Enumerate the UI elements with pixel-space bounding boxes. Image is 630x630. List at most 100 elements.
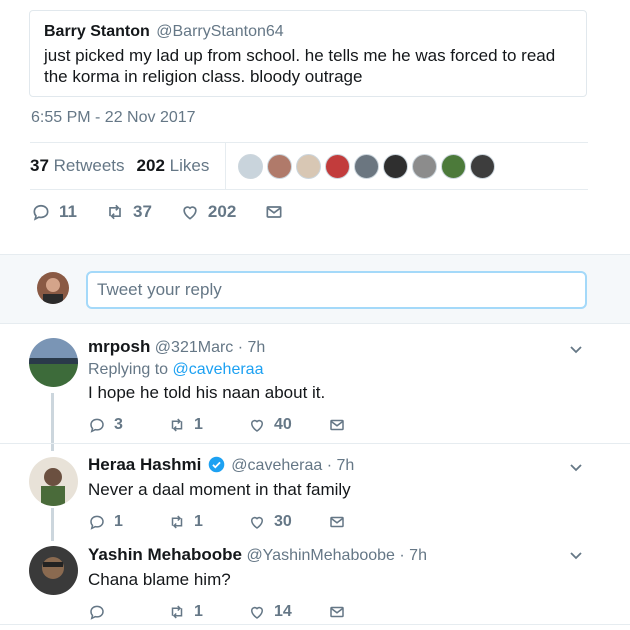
tweet-actions: 11 37 202 — [31, 202, 320, 222]
retweets-stat[interactable]: 37 Retweets — [30, 156, 125, 176]
reply-count: 3 — [114, 416, 123, 433]
quoted-author-handle[interactable]: @BarryStanton64 — [156, 23, 283, 40]
retweet-icon — [171, 418, 183, 432]
chevron-down-icon[interactable] — [568, 547, 584, 563]
retweet-count: 37 — [132, 202, 152, 221]
heart-icon — [250, 516, 264, 529]
liker-avatar[interactable] — [267, 153, 293, 179]
author-handle[interactable]: @321Marc — [155, 339, 234, 356]
reply-action[interactable]: 3 — [88, 416, 168, 434]
reply-action[interactable]: 1 — [88, 513, 168, 531]
retweet-action[interactable]: 1 — [168, 416, 248, 434]
reply-action[interactable] — [88, 603, 168, 621]
dm-action[interactable] — [328, 603, 408, 621]
like-count: 202 — [207, 202, 237, 221]
reply-tweet[interactable]: mrposh @321Marc · 7h Replying to @cavehe… — [0, 325, 630, 443]
tweet-stats: 37 Retweets 202 Likes — [30, 142, 588, 190]
quoted-tweet-text: just picked my lad up from school. he te… — [44, 46, 556, 86]
author-name[interactable]: mrposh — [88, 337, 150, 356]
retweet-icon — [171, 605, 183, 619]
envelope-icon — [330, 516, 344, 528]
liker-avatar[interactable] — [354, 153, 380, 179]
liker-avatar[interactable] — [238, 153, 264, 179]
retweet-icon — [171, 515, 183, 529]
tweet-time[interactable]: 7h — [337, 457, 355, 474]
avatar[interactable] — [29, 546, 78, 595]
likers-avatars — [238, 153, 499, 179]
reply-icon — [90, 515, 104, 530]
liker-avatar[interactable] — [412, 153, 438, 179]
retweet-action[interactable]: 37 — [105, 202, 152, 222]
like-count: 40 — [274, 416, 292, 433]
likes-label: Likes — [169, 156, 210, 175]
envelope-icon — [330, 419, 344, 431]
user-avatar[interactable] — [37, 272, 69, 304]
tweet-text: I hope he told his naan about it. — [88, 383, 326, 402]
retweet-action[interactable]: 1 — [168, 603, 248, 621]
separator-dot: · — [237, 339, 244, 356]
like-count: 30 — [274, 513, 292, 530]
author-handle[interactable]: @caveheraa — [231, 457, 322, 474]
reply-tweet[interactable]: Yashin Mehaboobe @YashinMehaboobe · 7h C… — [0, 534, 630, 624]
retweets-label: Retweets — [53, 156, 125, 175]
separator-dot: · — [399, 547, 405, 564]
replying-prefix: Replying to — [88, 361, 169, 378]
quoted-author-name[interactable]: Barry Stanton — [44, 23, 150, 40]
chevron-down-icon[interactable] — [568, 341, 584, 357]
tweet-actions: 3 1 40 — [88, 416, 580, 434]
tweet-time[interactable]: 7h — [248, 339, 266, 356]
quoted-tweet-header: Barry Stanton @BarryStanton64 — [44, 22, 572, 42]
tweet-time[interactable]: 7h — [409, 547, 427, 564]
likes-stat[interactable]: 202 Likes — [137, 156, 210, 176]
dm-action[interactable] — [328, 513, 408, 531]
tweet-actions: 1 1 30 — [88, 513, 580, 531]
reply-count: 1 — [114, 513, 123, 530]
likes-count: 202 — [136, 156, 165, 175]
heart-icon — [250, 419, 264, 432]
liker-avatar[interactable] — [325, 153, 351, 179]
reply-input[interactable] — [86, 271, 587, 309]
heart-icon — [250, 606, 264, 619]
reply-count: 11 — [59, 202, 77, 221]
retweet-count: 1 — [194, 603, 203, 620]
liker-avatar[interactable] — [470, 153, 496, 179]
retweets-count: 37 — [30, 156, 49, 175]
tweet-header: mrposh @321Marc · 7h — [88, 337, 580, 358]
tweet-timestamp[interactable]: 6:55 PM - 22 Nov 2017 — [31, 109, 196, 127]
tweet-header: Heraa Hashmi @caveheraa · 7h — [88, 455, 580, 476]
divider — [0, 624, 630, 625]
chevron-down-icon[interactable] — [568, 459, 584, 475]
tweet-text: Never a daal moment in that family — [88, 480, 351, 499]
retweet-action[interactable]: 1 — [168, 513, 248, 531]
reply-icon — [33, 204, 49, 221]
reply-tweet[interactable]: Heraa Hashmi @caveheraa · 7h Never a daa… — [0, 444, 630, 534]
like-action[interactable]: 202 — [180, 202, 236, 222]
author-name[interactable]: Heraa Hashmi — [88, 455, 201, 474]
dm-action[interactable] — [264, 202, 292, 222]
like-action[interactable]: 40 — [248, 416, 328, 434]
tweet-header: Yashin Mehaboobe @YashinMehaboobe · 7h — [88, 545, 580, 566]
separator-dot: · — [326, 457, 333, 474]
author-name[interactable]: Yashin Mehaboobe — [88, 545, 242, 564]
reply-composer — [0, 254, 630, 324]
tweet-text: Chana blame him? — [88, 570, 231, 589]
liker-avatar[interactable] — [441, 153, 467, 179]
retweet-icon — [109, 204, 121, 220]
avatar[interactable] — [29, 338, 78, 387]
dm-action[interactable] — [328, 416, 408, 434]
like-action[interactable]: 14 — [248, 603, 328, 621]
envelope-icon — [266, 206, 282, 218]
quoted-tweet[interactable]: Barry Stanton @BarryStanton64 just picke… — [29, 10, 587, 97]
reply-icon — [90, 605, 104, 620]
reply-icon — [90, 418, 104, 433]
liker-avatar[interactable] — [296, 153, 322, 179]
verified-badge-icon — [208, 456, 225, 473]
replying-to-link[interactable]: @caveheraa — [173, 361, 264, 378]
replying-to: Replying to @caveheraa — [88, 361, 580, 379]
liker-avatar[interactable] — [383, 153, 409, 179]
avatar[interactable] — [29, 457, 78, 506]
author-handle[interactable]: @YashinMehaboobe — [246, 547, 395, 564]
reply-action[interactable]: 11 — [31, 202, 77, 222]
tweet-actions: 1 14 — [88, 603, 580, 621]
like-action[interactable]: 30 — [248, 513, 328, 531]
